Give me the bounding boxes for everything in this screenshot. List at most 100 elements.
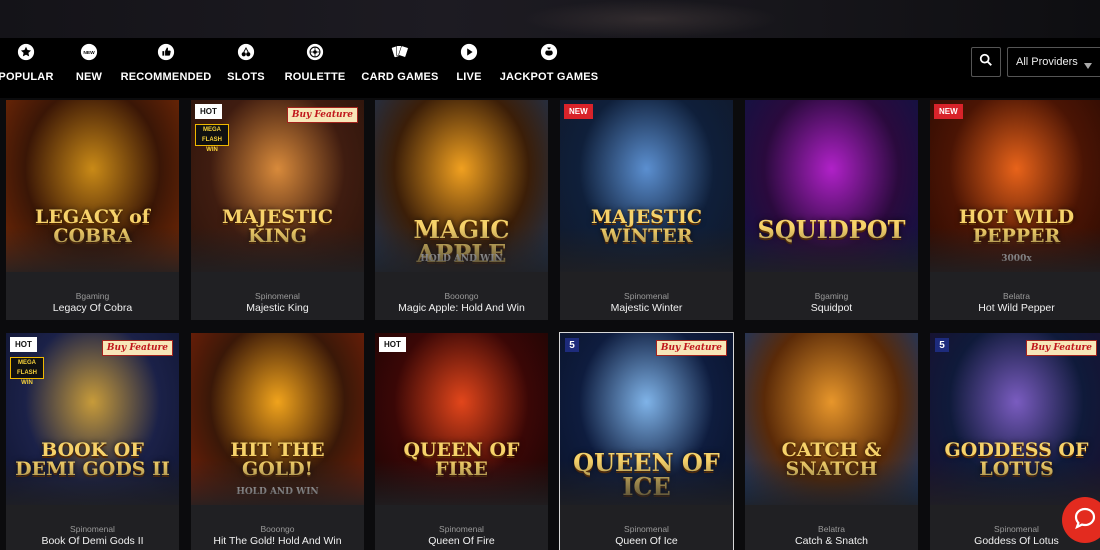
nav-label: POPULAR xyxy=(0,71,54,83)
provider-select-value: All Providers xyxy=(1016,56,1078,68)
game-provider: Spinomenal xyxy=(439,524,484,534)
nav-slots[interactable]: SLOTS xyxy=(227,38,265,98)
five-badge: 5 xyxy=(935,338,949,352)
svg-text:NEW: NEW xyxy=(83,50,95,56)
five-badge: 5 xyxy=(565,338,579,352)
game-name[interactable]: Catch & Snatch xyxy=(745,535,918,547)
nav-new[interactable]: NEW NEW xyxy=(74,38,104,98)
game-provider: Belatra xyxy=(818,524,845,534)
category-nav: POPULAR NEW NEW RECOMMENDED SLOTS ROULET… xyxy=(0,38,1100,98)
thumbnail-fade xyxy=(930,227,1100,272)
nav-popular[interactable]: POPULAR xyxy=(0,38,53,98)
top-banner xyxy=(0,0,1100,38)
game-thumbnail[interactable]: CATCH & SNATCH xyxy=(745,333,918,505)
thumbnail-fade xyxy=(745,460,918,505)
buy-feature-badge: Buy Feature xyxy=(1025,340,1097,356)
thumbnail-fade xyxy=(191,227,364,272)
game-thumbnail[interactable]: HIT THE GOLD!HOLD AND WIN xyxy=(191,333,364,505)
game-provider: Spinomenal xyxy=(255,291,300,301)
game-thumbnail[interactable]: MAJESTIC KINGHOTMEGA FLASH WINBuy Featur… xyxy=(191,100,364,272)
nav-label: CARD GAMES xyxy=(361,71,439,83)
cherries-icon xyxy=(236,42,256,62)
game-provider: Booongo xyxy=(444,291,479,301)
new-badge: NEW xyxy=(934,104,963,119)
thumbnail-fade xyxy=(375,227,548,272)
thumbs-up-icon xyxy=(156,42,176,62)
game-name[interactable]: Queen Of Ice xyxy=(560,535,733,547)
nav-label: NEW xyxy=(75,71,103,83)
game-thumbnail[interactable]: MAGIC APPLEHOLD AND WIN xyxy=(375,100,548,272)
hot-badge: HOT xyxy=(10,337,37,352)
game-tile[interactable]: MAJESTIC KINGHOTMEGA FLASH WINBuy Featur… xyxy=(191,100,364,320)
game-provider: Bgaming xyxy=(814,291,849,301)
game-tile[interactable]: MAGIC APPLEHOLD AND WIN BooongoMagic Appl… xyxy=(375,100,548,320)
game-provider: Spinomenal xyxy=(70,524,115,534)
game-thumbnail[interactable]: GODDESS OF LOTUS5Buy Feature xyxy=(930,333,1100,505)
game-thumbnail[interactable]: MAJESTIC WINTERNEW xyxy=(560,100,733,272)
search-button[interactable] xyxy=(971,47,1001,77)
game-provider: Spinomenal xyxy=(624,524,669,534)
game-thumbnail[interactable]: SQUIDPOT xyxy=(745,100,918,272)
search-icon xyxy=(979,53,993,72)
game-thumbnail[interactable]: LEGACY of COBRA xyxy=(6,100,179,272)
game-tile[interactable]: QUEEN OF ICE5Buy FeatureSpinomenalQueen … xyxy=(559,332,734,550)
thumbnail-fade xyxy=(745,227,918,272)
thumbnail-fade xyxy=(560,460,733,505)
mega-flash-win-logo: MEGA FLASH WIN xyxy=(195,124,229,153)
hot-badge: HOT xyxy=(379,337,406,352)
game-tile[interactable]: QUEEN OF FIREHOT SpinomenalQueen Of Fire xyxy=(375,333,548,550)
game-provider: Belatra xyxy=(1003,291,1030,301)
money-bag-icon xyxy=(539,42,559,62)
game-tile[interactable]: CATCH & SNATCH BelatraCatch & Snatch xyxy=(745,333,918,550)
game-tile[interactable]: BOOK OF DEMI GODS IIHOTMEGA FLASH WINBuy… xyxy=(6,333,179,550)
game-provider: Spinomenal xyxy=(624,291,669,301)
nav-recommended[interactable]: RECOMMENDED xyxy=(121,38,211,98)
game-name[interactable]: Majestic King xyxy=(191,302,364,314)
game-tile[interactable]: LEGACY of COBRA BgamingLegacy Of Cobra xyxy=(6,100,179,320)
nav-label: LIVE xyxy=(456,71,482,83)
game-name[interactable]: Book Of Demi Gods II xyxy=(6,535,179,547)
game-name[interactable]: Majestic Winter xyxy=(560,302,733,314)
nav-card-games[interactable]: CARD GAMES xyxy=(361,38,438,98)
nav-label: JACKPOT GAMES xyxy=(499,71,599,83)
mega-flash-win-logo: MEGA FLASH WIN xyxy=(10,357,44,386)
cards-icon xyxy=(390,42,410,62)
game-provider: Booongo xyxy=(260,524,295,534)
new-badge: NEW xyxy=(564,104,593,119)
thumbnail-fade xyxy=(6,460,179,505)
nav-label: SLOTS xyxy=(227,71,265,83)
game-thumbnail[interactable]: HOT WILD PEPPER3000xNEW xyxy=(930,100,1100,272)
nav-jackpot-games[interactable]: JACKPOT GAMES xyxy=(500,38,598,98)
star-icon xyxy=(16,42,36,62)
game-thumbnail[interactable]: QUEEN OF FIREHOT xyxy=(375,333,548,505)
game-thumbnail[interactable]: QUEEN OF ICE5Buy Feature xyxy=(560,333,733,505)
hot-badge: HOT xyxy=(195,104,222,119)
game-name[interactable]: Hot Wild Pepper xyxy=(930,302,1100,314)
buy-feature-badge: Buy Feature xyxy=(655,340,727,356)
game-thumbnail[interactable]: BOOK OF DEMI GODS IIHOTMEGA FLASH WINBuy… xyxy=(6,333,179,505)
game-tile[interactable]: HOT WILD PEPPER3000xNEW BelatraHot Wild P… xyxy=(930,100,1100,320)
game-name[interactable]: Squidpot xyxy=(745,302,918,314)
thumbnail-fade xyxy=(375,460,548,505)
game-tile[interactable]: MAJESTIC WINTERNEW SpinomenalMajestic Win… xyxy=(560,100,733,320)
chat-button[interactable] xyxy=(1062,497,1100,543)
nav-live[interactable]: LIVE xyxy=(456,38,482,98)
nav-label: ROULETTE xyxy=(284,71,346,83)
game-tile[interactable]: HIT THE GOLD!HOLD AND WIN BooongoHit The … xyxy=(191,333,364,550)
game-name[interactable]: Magic Apple: Hold And Win xyxy=(375,302,548,314)
game-provider: Bgaming xyxy=(75,291,110,301)
chat-icon xyxy=(1073,506,1097,535)
chevron-down-icon xyxy=(1084,60,1092,72)
thumbnail-fade xyxy=(560,227,733,272)
provider-select[interactable]: All Providers xyxy=(1007,47,1100,77)
nav-label: RECOMMENDED xyxy=(120,71,212,83)
game-name[interactable]: Legacy Of Cobra xyxy=(6,302,179,314)
game-name[interactable]: Hit The Gold! Hold And Win xyxy=(191,535,364,547)
game-name[interactable]: Queen Of Fire xyxy=(375,535,548,547)
roulette-icon xyxy=(305,42,325,62)
game-tile[interactable]: SQUIDPOT BgamingSquidpot xyxy=(745,100,918,320)
new-icon: NEW xyxy=(79,42,99,62)
nav-roulette[interactable]: ROULETTE xyxy=(285,38,345,98)
thumbnail-fade xyxy=(191,460,364,505)
buy-feature-badge: Buy Feature xyxy=(286,107,358,123)
